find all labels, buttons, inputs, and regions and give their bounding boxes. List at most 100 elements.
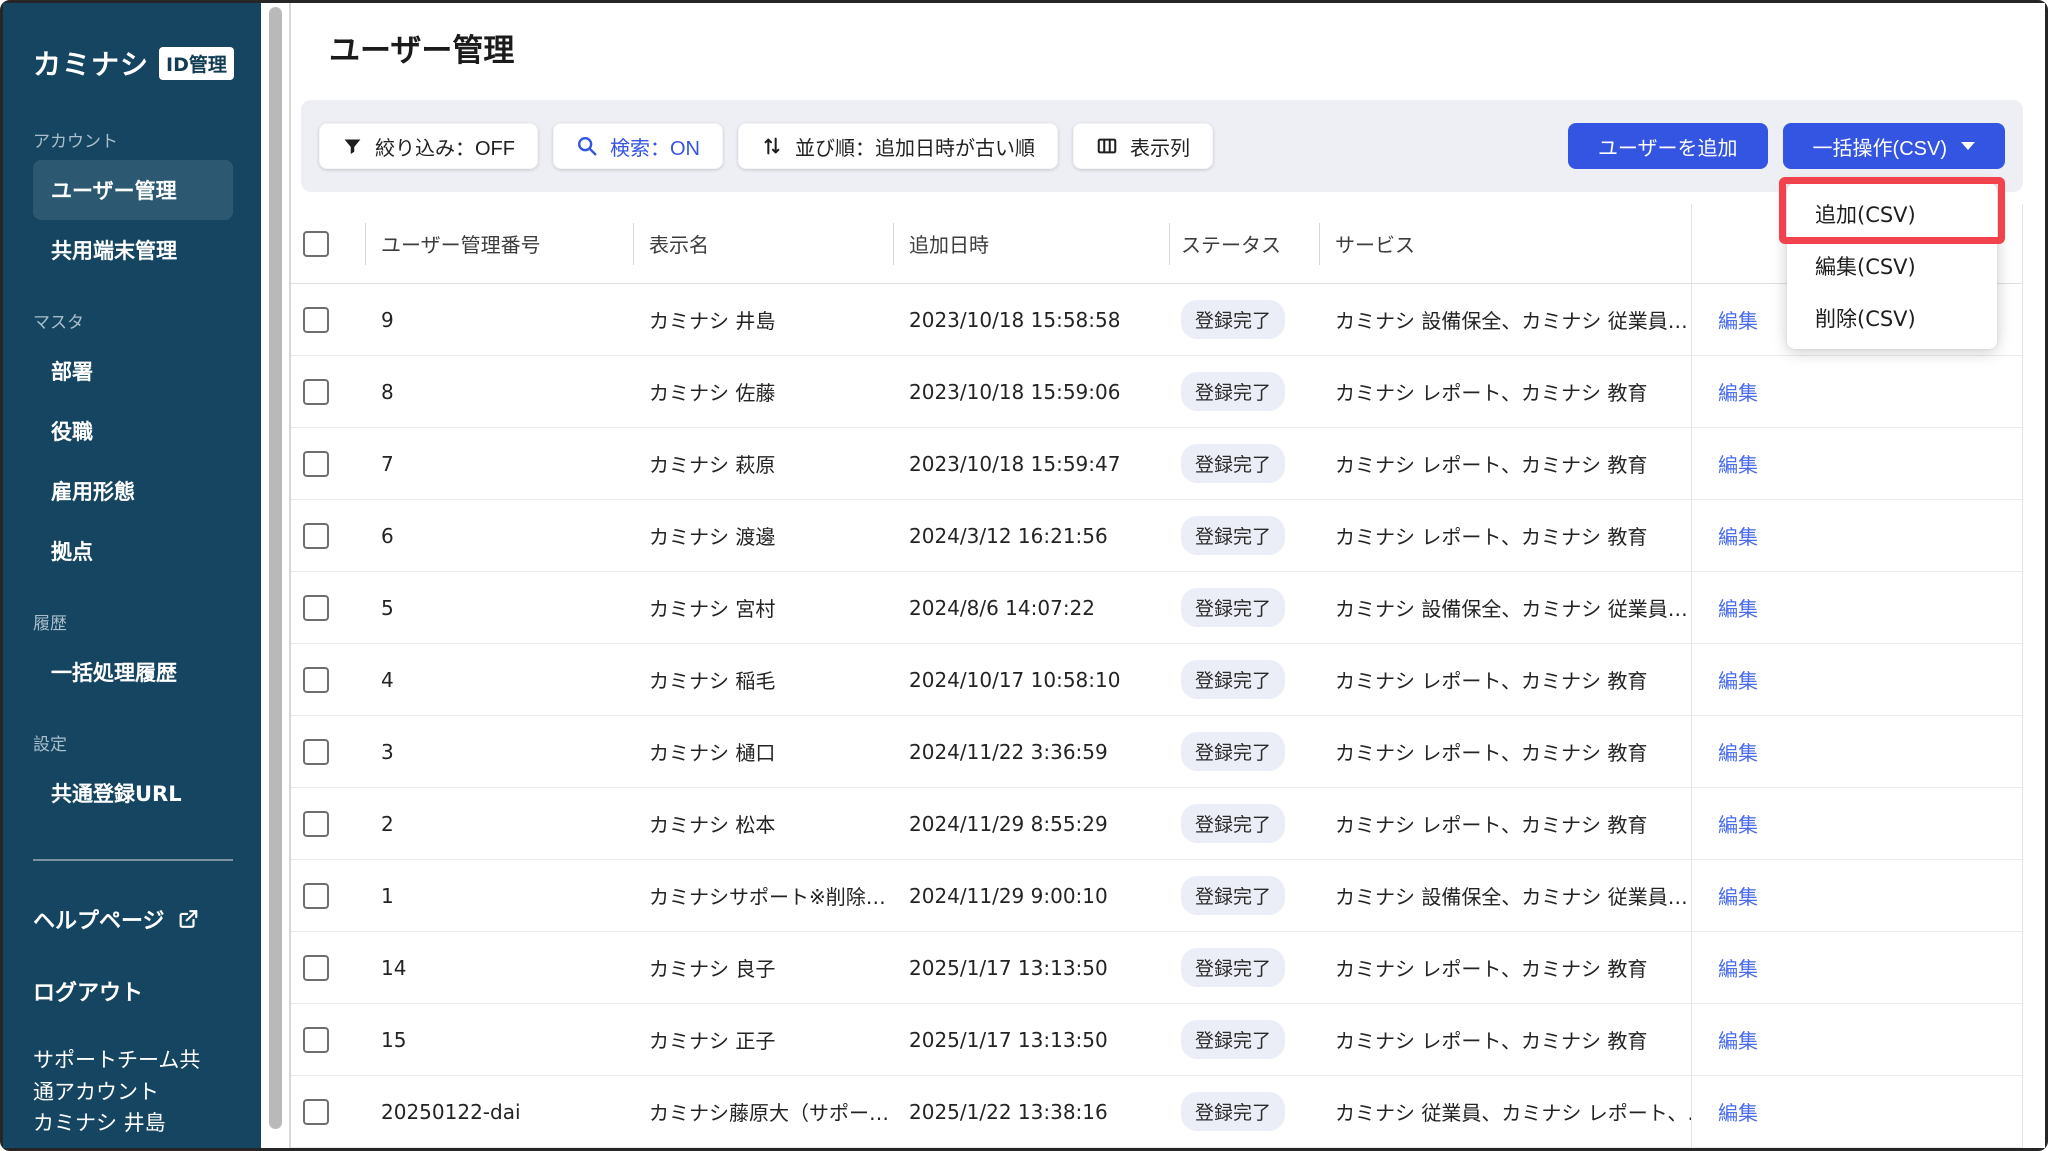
- columns-button[interactable]: 表示列: [1073, 123, 1213, 169]
- row-checkbox[interactable]: [303, 306, 329, 333]
- menu-item-delete-csv[interactable]: 削除(CSV): [1787, 292, 1997, 344]
- sidebar-item-locations[interactable]: 拠点: [33, 521, 233, 581]
- menu-item-add-csv[interactable]: 追加(CSV): [1779, 177, 2005, 244]
- cell-actions: 編集: [1691, 932, 2022, 1003]
- cell-select: [291, 572, 365, 643]
- sidebar-item-user-management[interactable]: ユーザー管理: [33, 160, 233, 220]
- menu-item-edit-csv[interactable]: 編集(CSV): [1787, 240, 1997, 292]
- apps-grid-icon[interactable]: [244, 50, 250, 76]
- external-link-icon: [179, 910, 197, 928]
- sidebar-scrollbar-track: [261, 3, 291, 1148]
- logout-label: ログアウト: [33, 981, 144, 1006]
- cell-added-at: 2023/10/18 15:59:06: [909, 379, 1121, 404]
- cell-status: 登録完了: [1169, 428, 1319, 499]
- row-checkbox[interactable]: [303, 954, 329, 981]
- sort-button[interactable]: 並び順：追加日時が古い順: [738, 123, 1058, 169]
- row-checkbox[interactable]: [303, 810, 329, 837]
- edit-link[interactable]: 編集: [1718, 737, 1758, 766]
- edit-link[interactable]: 編集: [1718, 1097, 1758, 1126]
- edit-link[interactable]: 編集: [1718, 881, 1758, 910]
- search-button[interactable]: 検索：ON: [553, 123, 723, 169]
- sidebar-item-roles[interactable]: 役職: [33, 401, 233, 461]
- cell-status: 登録完了: [1169, 932, 1319, 1003]
- cell-services: カミナシ レポート、カミナシ 教育: [1335, 741, 1648, 765]
- edit-link[interactable]: 編集: [1718, 449, 1758, 478]
- cell-select: [291, 1004, 365, 1075]
- row-checkbox[interactable]: [303, 594, 329, 621]
- cell-actions: 編集: [1691, 572, 2022, 643]
- cell-actions: 編集: [1691, 428, 2022, 499]
- row-checkbox[interactable]: [303, 1026, 329, 1053]
- status-badge: 登録完了: [1181, 300, 1286, 339]
- cell-actions: 編集: [1691, 644, 2022, 715]
- cell-display-name: カミナシ 萩原: [649, 453, 776, 477]
- bulk-csv-button[interactable]: 一括操作(CSV): [1782, 123, 2005, 169]
- header-cell-added-at: 追加日時: [893, 204, 1169, 283]
- filter-button[interactable]: 絞り込み：OFF: [319, 123, 538, 169]
- edit-link[interactable]: 編集: [1718, 953, 1758, 982]
- cell-select: [291, 500, 365, 571]
- edit-link[interactable]: 編集: [1718, 377, 1758, 406]
- account-user: カミナシ 井島: [33, 1111, 166, 1135]
- table-row: 1 カミナシサポート※削除… 2024/11/29 9:00:10 登録完了 カミナシ …: [291, 860, 2022, 932]
- logout-link[interactable]: ログアウト: [33, 975, 261, 1007]
- row-checkbox[interactable]: [303, 738, 329, 765]
- cell-actions: 編集: [1691, 1076, 2022, 1147]
- status-badge: 登録完了: [1181, 1020, 1286, 1059]
- edit-link[interactable]: 編集: [1718, 305, 1758, 334]
- cell-actions: 編集: [1691, 356, 2022, 427]
- select-all-checkbox[interactable]: [303, 230, 329, 257]
- sidebar-item-common-registration-url[interactable]: 共通登録URL: [33, 763, 233, 823]
- sidebar-scrollbar[interactable]: [268, 7, 282, 1130]
- cell-user-id: 9: [381, 307, 394, 332]
- cell-status: 登録完了: [1169, 860, 1319, 931]
- table-row: 2 カミナシ 松本 2024/11/29 8:55:29 登録完了 カミナシ レポート、…: [291, 788, 2022, 860]
- cell-user-id: 6: [381, 523, 394, 548]
- status-badge: 登録完了: [1181, 1092, 1286, 1131]
- status-badge: 登録完了: [1181, 372, 1286, 411]
- help-link[interactable]: ヘルプページ: [33, 903, 261, 935]
- cell-status: 登録完了: [1169, 284, 1319, 355]
- cell-status: 登録完了: [1169, 356, 1319, 427]
- cell-services: カミナシ 従業員、カミナシ レポート、…: [1335, 1101, 1691, 1125]
- sidebar-item-shared-devices[interactable]: 共用端末管理: [33, 220, 233, 280]
- row-checkbox[interactable]: [303, 666, 329, 693]
- table-body: 9 カミナシ 井島 2023/10/18 15:58:58 登録完了 カミナシ 設備保全…: [291, 284, 2022, 1148]
- table-header-row: ユーザー管理番号 表示名 追加日時 ステータス サービス: [291, 204, 2022, 284]
- edit-link[interactable]: 編集: [1718, 593, 1758, 622]
- cell-display-name: カミナシサポート※削除…: [649, 885, 886, 909]
- row-checkbox[interactable]: [303, 450, 329, 477]
- edit-link[interactable]: 編集: [1718, 521, 1758, 550]
- sidebar-item-employment-types[interactable]: 雇用形態: [33, 461, 233, 521]
- cell-user-id: 8: [381, 379, 394, 404]
- status-badge: 登録完了: [1181, 444, 1286, 483]
- cell-user-id: 2: [381, 811, 394, 836]
- status-badge: 登録完了: [1181, 804, 1286, 843]
- row-checkbox[interactable]: [303, 1098, 329, 1125]
- sidebar-section-label: アカウント: [33, 132, 118, 152]
- cell-user-id: 4: [381, 667, 394, 692]
- add-user-button[interactable]: ユーザーを追加: [1567, 123, 1768, 169]
- cell-status: 登録完了: [1169, 716, 1319, 787]
- sidebar-nav: アカウント ユーザー管理 共用端末管理 マスタ 部署 役職 雇用形態 拠点 履歴 一括処理履歴 設定…: [33, 127, 261, 823]
- row-checkbox[interactable]: [303, 522, 329, 549]
- account-name: サポートチーム共通アカウント: [33, 1048, 201, 1104]
- cell-actions: 編集: [1691, 716, 2022, 787]
- edit-link[interactable]: 編集: [1718, 1025, 1758, 1054]
- cell-display-name: カミナシ 松本: [649, 813, 776, 837]
- sidebar-section: 設定 共通登録URL: [33, 730, 261, 823]
- edit-link[interactable]: 編集: [1718, 665, 1758, 694]
- cell-actions: 編集: [1691, 1004, 2022, 1075]
- edit-link[interactable]: 編集: [1718, 809, 1758, 838]
- table-row: 7 カミナシ 萩原 2023/10/18 15:59:47 登録完了 カミナシ レポート…: [291, 428, 2022, 500]
- cell-display-name: カミナシ 井島: [649, 309, 776, 333]
- cell-user-id: 14: [381, 955, 407, 980]
- columns-icon: [1097, 138, 1117, 154]
- row-checkbox[interactable]: [303, 378, 329, 405]
- row-checkbox[interactable]: [303, 882, 329, 909]
- sidebar-item-departments[interactable]: 部署: [33, 341, 233, 401]
- sidebar-item-bulk-history[interactable]: 一括処理履歴: [33, 642, 233, 702]
- cell-display-name: カミナシ 渡邊: [649, 525, 776, 549]
- cell-added-at: 2024/3/12 16:21:56: [909, 523, 1108, 548]
- table-row: 4 カミナシ 稲毛 2024/10/17 10:58:10 登録完了 カミナシ レポート…: [291, 644, 2022, 716]
